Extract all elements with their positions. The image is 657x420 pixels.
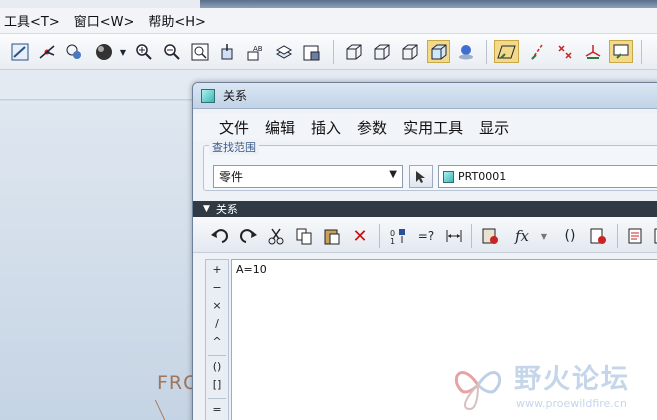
datum-axes-icon[interactable] [527, 42, 547, 62]
toolbar-separator [486, 40, 487, 64]
show-dimension-icon[interactable] [443, 226, 465, 246]
datum-planes-icon[interactable] [494, 40, 519, 63]
operator-plus-button[interactable]: + [206, 263, 228, 276]
operator-equals-button[interactable]: = [206, 403, 228, 416]
scope-select-value: 零件 [219, 170, 244, 184]
operator-power-button[interactable]: ^ [206, 335, 228, 348]
toolbar-separator [617, 224, 618, 248]
dialog-menu-edit[interactable]: 编辑 [265, 117, 295, 138]
operator-brackets-button[interactable]: [] [206, 378, 228, 391]
part-icon [443, 170, 454, 183]
menu-window[interactable]: 窗口<W> [74, 11, 135, 30]
no-hidden-icon[interactable] [400, 42, 420, 62]
operator-divide-button[interactable]: / [206, 317, 228, 330]
palette-separator [208, 398, 226, 399]
select-model-button[interactable] [409, 165, 433, 188]
toolbar-separator [641, 40, 642, 64]
watermark-title: 野火论坛 [514, 364, 630, 395]
menu-tools[interactable]: 工具<T> [4, 11, 60, 30]
dialog-menu-file[interactable]: 文件 [219, 117, 249, 138]
part-icon [201, 88, 215, 103]
undo-icon[interactable] [209, 226, 231, 246]
operator-minus-button[interactable]: − [206, 281, 228, 294]
toolbar-separator [333, 40, 334, 64]
verify-icon[interactable] [587, 226, 609, 246]
cursor-arrow-icon [416, 170, 425, 183]
collapse-triangle-icon[interactable]: ▼ [203, 204, 210, 214]
display-style-icon[interactable] [456, 42, 476, 62]
chevron-down-icon[interactable]: ▼ [533, 226, 555, 246]
insert-comment-icon[interactable] [625, 226, 647, 246]
dialog-menubar: 文件 编辑 插入 参数 实用工具 显示 [193, 113, 657, 141]
evaluate-icon[interactable]: =? [415, 226, 437, 246]
brackets-icon[interactable]: () [559, 226, 581, 246]
model-name-field[interactable]: PRT0001 [438, 165, 657, 188]
shading-icon[interactable] [427, 40, 450, 63]
palette-separator [208, 355, 226, 356]
dialog-menu-utilities[interactable]: 实用工具 [403, 117, 463, 138]
dialog-menu-display[interactable]: 显示 [479, 117, 509, 138]
relations-toolbar: ✕ 01 =? fx ▼ () [193, 217, 657, 253]
more-tools-icon[interactable] [649, 226, 657, 246]
dialog-titlebar[interactable]: 关系 [193, 83, 657, 109]
repaint-icon[interactable] [10, 42, 30, 62]
copy-icon[interactable] [293, 226, 315, 246]
layers-icon[interactable] [274, 42, 294, 62]
hidden-line-icon[interactable] [372, 42, 392, 62]
toolbar-separator [471, 224, 472, 248]
zoom-in-icon[interactable] [134, 42, 154, 62]
sort-relations-icon[interactable]: 01 [387, 226, 409, 246]
saved-views-icon[interactable] [218, 42, 238, 62]
butterfly-logo-icon [454, 371, 502, 411]
dialog-title: 关系 [223, 89, 248, 103]
local-parameters-icon[interactable] [479, 226, 501, 246]
refit-icon[interactable] [190, 42, 210, 62]
relations-section-header[interactable]: ▼ 关系 [193, 201, 657, 217]
redo-icon[interactable] [237, 226, 259, 246]
datum-points-icon[interactable] [555, 42, 575, 62]
look-in-legend: 查找范围 [209, 139, 259, 155]
relations-section-title: 关系 [215, 203, 238, 216]
wireframe-icon[interactable] [344, 42, 364, 62]
annotation-icon[interactable]: AB [246, 42, 266, 62]
spin-center-icon[interactable] [37, 42, 57, 62]
dialog-menu-parameters[interactable]: 参数 [357, 117, 387, 138]
operator-multiply-button[interactable]: × [206, 299, 228, 312]
toolbar-separator [379, 224, 380, 248]
coordinate-systems-icon[interactable] [583, 42, 603, 62]
menu-help[interactable]: 帮助<H> [148, 11, 206, 30]
svg-text:1: 1 [390, 237, 395, 245]
main-toolbar: ▼ AB [0, 34, 657, 70]
operator-palette: + − × / ^ () [] = [205, 259, 229, 420]
chevron-down-icon[interactable]: ▼ [389, 169, 397, 180]
operator-parentheses-button[interactable]: () [206, 360, 228, 373]
relations-editor-text: A=10 [236, 263, 267, 276]
window-top-strip-left [0, 0, 200, 8]
forum-watermark: 野火论坛 www.proewildfire.cn [446, 355, 657, 420]
zoom-out-icon[interactable] [162, 42, 182, 62]
scope-select[interactable]: 零件 ▼ [213, 165, 403, 188]
view-manager-icon[interactable] [302, 42, 322, 62]
chevron-down-icon[interactable]: ▼ [113, 42, 133, 62]
watermark-url: www.proewildfire.cn [516, 397, 627, 410]
orient-icon[interactable] [64, 42, 84, 62]
delete-icon[interactable]: ✕ [349, 226, 371, 247]
cut-icon[interactable] [265, 226, 287, 246]
dialog-menu-insert[interactable]: 插入 [311, 117, 341, 138]
annotation-display-icon[interactable] [609, 40, 633, 63]
paste-icon[interactable] [321, 226, 343, 246]
function-icon[interactable]: fx [511, 226, 533, 246]
model-name-value: PRT0001 [458, 170, 507, 183]
appearance-icon[interactable] [94, 42, 114, 62]
app-menubar: 工具<T> 窗口<W> 帮助<H> [0, 8, 657, 34]
